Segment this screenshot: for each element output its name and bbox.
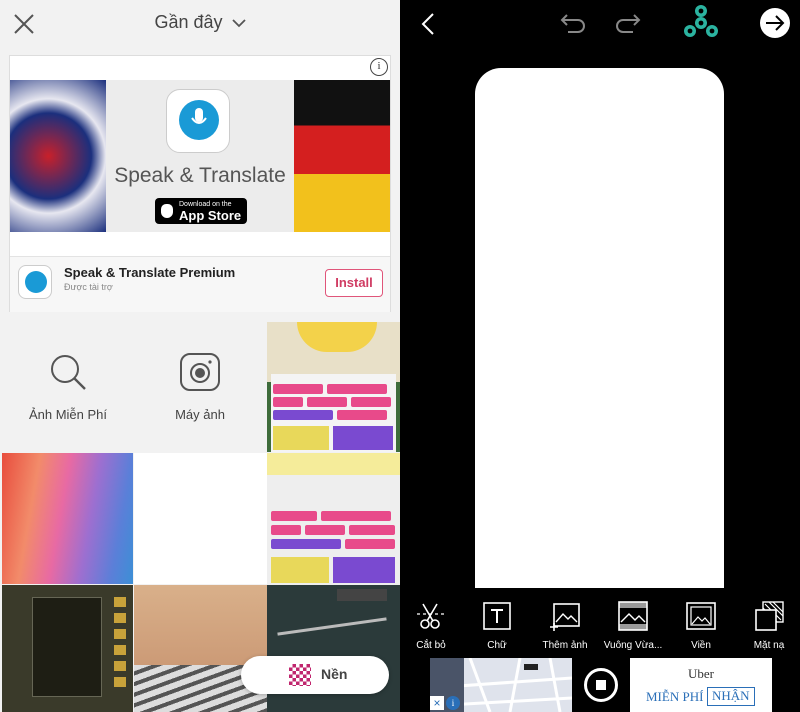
ad-brand: Uber <box>688 666 714 681</box>
photo-thumbnail[interactable] <box>134 585 267 712</box>
tool-label: Cắt bỏ <box>416 640 446 651</box>
apple-icon <box>161 204 173 218</box>
cutout-icon <box>417 603 445 629</box>
ad-info-icon[interactable]: i <box>370 58 388 76</box>
photo-thumbnail[interactable] <box>267 322 400 452</box>
tool-label: Vuông Vừa... <box>603 640 663 651</box>
mask-icon <box>755 601 784 631</box>
camera-button[interactable]: Máy ảnh <box>134 352 266 422</box>
picker-header: Gần đây <box>0 0 400 48</box>
ad-banner-image[interactable]: Speak & Translate Download on the App St… <box>10 80 390 232</box>
ad-footer: Speak & Translate Premium Được tài trợ I… <box>10 256 390 312</box>
tool-label: Thêm ảnh <box>542 640 588 651</box>
tool-text[interactable]: Chữ <box>466 600 528 651</box>
checkerboard-icon <box>289 664 311 686</box>
ad-close-icon[interactable]: × <box>430 696 444 710</box>
ad-app-name: Speak & Translate Premium <box>64 265 236 280</box>
sponsored-ad-card[interactable]: i Speak & Translate Download on the App … <box>9 55 391 312</box>
german-flag-face-image <box>294 80 390 232</box>
install-button[interactable]: Install <box>325 269 383 297</box>
next-arrow-icon <box>766 15 785 31</box>
photo-picker-panel: Gần đây i Speak & Translate Download on … <box>0 0 400 712</box>
microphone-icon <box>191 108 207 124</box>
background-label: Nền <box>321 666 348 682</box>
album-selector[interactable]: Gần đây <box>0 12 400 33</box>
fidget-spinner-icon[interactable] <box>683 5 719 39</box>
badge-large-text: App Store <box>179 208 242 223</box>
tool-mask[interactable]: Mặt nạ <box>738 600 800 651</box>
ad-cta-button[interactable]: NHẬN <box>707 687 755 706</box>
free-photos-label: Ảnh Miễn Phí <box>28 407 108 422</box>
album-title: Gần đây <box>154 12 223 32</box>
banner-ad[interactable]: Uber MIỄN PHÍ NHẬN × i <box>430 658 772 712</box>
app-icon <box>166 89 230 153</box>
next-button[interactable] <box>760 8 790 38</box>
search-icon <box>51 355 86 390</box>
chevron-down-icon <box>231 19 246 28</box>
tool-border[interactable]: Viền <box>670 600 732 651</box>
square-fit-icon <box>618 601 648 631</box>
text-icon <box>483 602 511 630</box>
ad-banner-center: Speak & Translate Download on the App St… <box>106 80 294 232</box>
free-photos-button[interactable]: Ảnh Miễn Phí <box>2 352 134 422</box>
background-button[interactable]: Nền <box>241 656 389 694</box>
uber-logo <box>572 658 630 712</box>
photo-thumbnail[interactable] <box>2 585 133 712</box>
tool-square-fit[interactable]: Vuông Vừa... <box>602 600 664 651</box>
ad-info-icon[interactable]: i <box>446 696 460 710</box>
redo-icon[interactable] <box>615 12 641 34</box>
back-chevron-icon[interactable] <box>420 12 436 36</box>
tool-label: Mặt nạ <box>753 640 785 651</box>
ad-free-text: MIỄN PHÍ <box>646 689 704 704</box>
photo-thumbnail[interactable] <box>134 453 267 584</box>
tool-add-photo[interactable]: Thêm ảnh <box>534 600 596 651</box>
photo-thumbnail[interactable] <box>2 453 133 584</box>
undo-icon[interactable] <box>560 12 586 34</box>
ad-sponsored-label: Được tài trợ <box>64 282 113 292</box>
badge-small-text: Download on the <box>179 201 232 208</box>
editor-canvas[interactable] <box>475 68 724 588</box>
app-icon-small <box>18 265 52 299</box>
photo-thumbnail[interactable] <box>267 453 400 585</box>
tool-label: Viền <box>691 640 711 651</box>
uk-flag-face-image <box>10 80 106 232</box>
camera-icon <box>180 353 220 391</box>
app-store-badge[interactable]: Download on the App Store <box>155 198 247 224</box>
editor-panel: Cắt bỏ Chữ Thêm ảnh Vuông Vừa... Viền Mặ… <box>400 0 800 712</box>
camera-label: Máy ảnh <box>175 407 225 422</box>
tool-label: Chữ <box>487 640 507 651</box>
tool-cutout[interactable]: Cắt bỏ <box>400 600 462 651</box>
ad-app-title: Speak & Translate <box>114 164 286 187</box>
border-icon <box>686 602 716 630</box>
add-photo-icon <box>550 603 580 631</box>
